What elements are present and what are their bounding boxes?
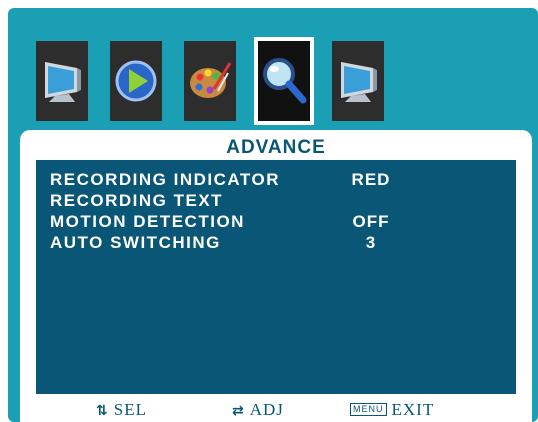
hint-select-label: SEL	[113, 400, 147, 419]
hint-exit-label: EXIT	[391, 400, 435, 419]
setting-label: MOTION DETECTION	[50, 212, 245, 231]
setting-recording-indicator[interactable]: RECORDING INDICATOR RED	[50, 170, 500, 192]
setting-motion-detection[interactable]: MOTION DETECTION OFF	[50, 212, 500, 234]
setting-recording-text[interactable]: RECORDING TEXT	[50, 191, 500, 213]
play-icon	[115, 60, 157, 102]
setting-label: AUTO SWITCHING	[50, 233, 221, 252]
left-right-arrows-icon: ⇄	[232, 403, 245, 419]
panel-title: ADVANCE	[226, 137, 326, 158]
palette-icon	[190, 62, 232, 98]
menu-key-icon: MENU	[350, 403, 387, 416]
up-down-arrows-icon: ⇅	[96, 403, 109, 419]
setting-label: RECORDING INDICATOR	[50, 170, 280, 189]
tab-playback[interactable]	[108, 39, 164, 123]
hint-adjust-label: ADJ	[249, 400, 284, 419]
tab-color[interactable]	[182, 39, 238, 123]
tab-advance[interactable]	[254, 37, 314, 125]
setting-auto-switching[interactable]: AUTO SWITCHING 3	[50, 233, 500, 255]
tab-system[interactable]	[330, 39, 386, 123]
settings-list: RECORDING INDICATOR RED RECORDING TEXT M…	[36, 160, 516, 394]
magnifier-icon	[263, 58, 307, 104]
tab-display[interactable]	[34, 39, 90, 123]
hint-select: ⇅ SEL	[96, 400, 147, 420]
setting-value[interactable]: OFF	[340, 212, 402, 232]
key-hints: ⇅ SEL ⇄ ADJ MENU EXIT	[20, 396, 532, 422]
monitor-icon	[341, 62, 377, 102]
hint-adjust: ⇄ ADJ	[232, 400, 284, 420]
hint-exit: MENU EXIT	[350, 400, 434, 420]
osd-menu: ADVANCE RECORDING INDICATOR RED RECORDIN…	[8, 8, 538, 422]
setting-value[interactable]: RED	[340, 170, 402, 190]
settings-panel: ADVANCE RECORDING INDICATOR RED RECORDIN…	[20, 130, 532, 422]
setting-value[interactable]: 3	[340, 233, 402, 253]
setting-label: RECORDING TEXT	[50, 191, 224, 210]
monitor-icon	[45, 62, 81, 102]
